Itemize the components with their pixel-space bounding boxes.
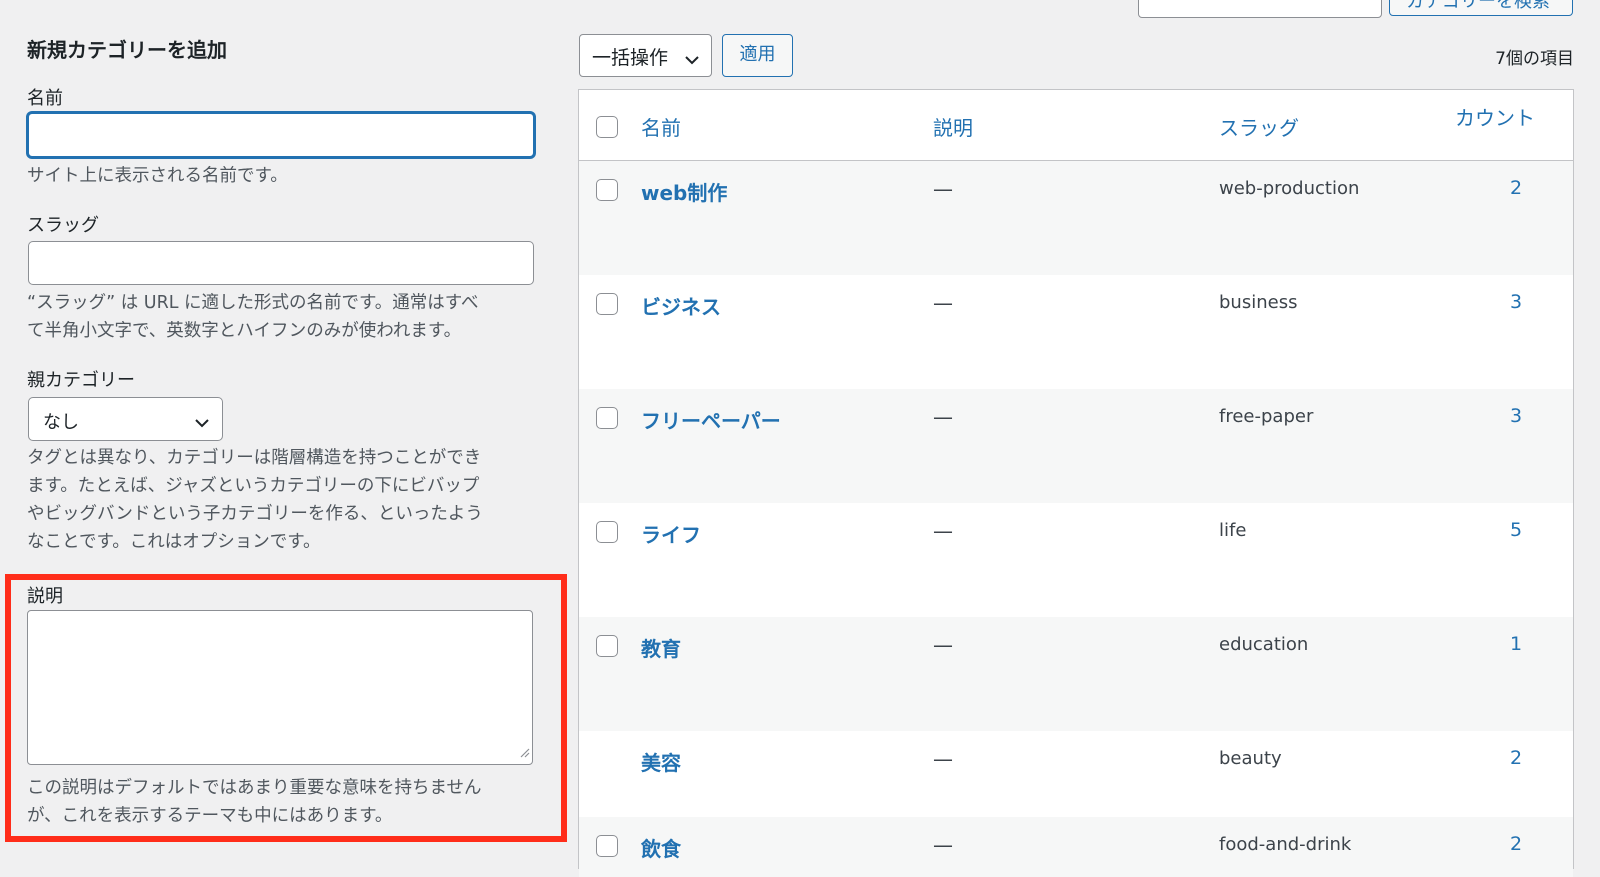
table-row: 教育 — education 1 [579, 617, 1573, 731]
description-textarea[interactable] [27, 610, 533, 765]
row-checkbox[interactable] [596, 293, 618, 315]
category-description: — [933, 405, 953, 429]
category-count-link[interactable]: 3 [1501, 405, 1531, 427]
form-title: 新規カテゴリーを追加 [27, 38, 227, 62]
category-name-link[interactable]: ライフ [641, 519, 701, 548]
slug-label: スラッグ [27, 215, 99, 236]
category-slug: food-and-drink [1219, 834, 1352, 855]
category-slug: business [1219, 292, 1298, 313]
row-checkbox[interactable] [596, 835, 618, 857]
description-help-text: この説明はデフォルトではあまり重要な意味を持ちません が、これを表示するテーマも… [27, 778, 482, 826]
category-slug: web-production [1219, 178, 1360, 199]
category-count-link[interactable]: 5 [1501, 519, 1531, 541]
slug-field[interactable] [28, 241, 534, 285]
category-name-link[interactable]: 美容 [641, 747, 681, 776]
table-header: 名前 説明 スラッグ カウント [579, 90, 1573, 161]
category-count-link[interactable]: 2 [1501, 833, 1531, 855]
category-name-link[interactable]: フリーペーパー [641, 405, 781, 434]
resize-handle-icon[interactable] [518, 743, 530, 762]
category-slug: beauty [1219, 748, 1282, 769]
bulk-action-select[interactable]: 一括操作 [579, 34, 712, 77]
bulk-action-value: 一括操作 [592, 47, 669, 69]
column-header-name[interactable]: 名前 [641, 112, 681, 141]
table-row: フリーペーパー — free-paper 3 [579, 389, 1573, 503]
table-row: ライフ — life 5 [579, 503, 1573, 617]
category-count-link[interactable]: 2 [1501, 747, 1531, 769]
parent-category-label: 親カテゴリー [27, 370, 135, 391]
search-input[interactable] [1138, 0, 1382, 18]
table-row: ビジネス — business 3 [579, 275, 1573, 389]
category-description: — [933, 747, 953, 771]
category-slug: free-paper [1219, 406, 1314, 427]
category-count-link[interactable]: 2 [1501, 177, 1531, 199]
row-checkbox[interactable] [596, 407, 618, 429]
column-header-count[interactable]: カウント [1455, 102, 1535, 131]
categories-table: 名前 説明 スラッグ カウント web制作 — web-production 2… [578, 89, 1574, 877]
category-description: — [933, 177, 953, 201]
parent-category-value: なし [43, 412, 79, 433]
category-description: — [933, 633, 953, 657]
parent-category-select[interactable]: なし [28, 397, 223, 441]
category-name-link[interactable]: 教育 [641, 633, 681, 662]
name-label: 名前 [27, 88, 63, 109]
category-count-link[interactable]: 3 [1501, 291, 1531, 313]
table-row: 飲食 — food-and-drink 2 [579, 817, 1573, 877]
column-header-description[interactable]: 説明 [933, 112, 973, 141]
column-header-slug[interactable]: スラッグ [1219, 112, 1299, 141]
category-name-link[interactable]: ビジネス [641, 291, 721, 320]
category-description: — [933, 833, 953, 857]
slug-help-text: “スラッグ” は URL に適した形式の名前です。通常はすべ て半角小文字で、英… [27, 293, 479, 341]
item-count: 7個の項目 [1495, 49, 1574, 69]
row-checkbox[interactable] [596, 179, 618, 201]
row-checkbox[interactable] [596, 635, 618, 657]
search-categories-button[interactable]: カテゴリーを検索 [1389, 0, 1573, 16]
parent-category-help-text: タグとは異なり、カテゴリーは階層構造を持つことができ ます。たとえば、ジャズとい… [27, 448, 483, 552]
table-row: web制作 — web-production 2 [579, 161, 1573, 275]
category-slug: education [1219, 634, 1309, 655]
description-label: 説明 [27, 586, 63, 607]
name-field[interactable] [27, 112, 535, 158]
name-help-text: サイト上に表示される名前です。 [27, 166, 288, 186]
category-slug: life [1219, 520, 1247, 541]
apply-button[interactable]: 適用 [722, 34, 793, 77]
category-name-link[interactable]: web制作 [641, 177, 727, 206]
select-all-checkbox[interactable] [596, 116, 618, 138]
category-description: — [933, 519, 953, 543]
category-count-link[interactable]: 1 [1501, 633, 1531, 655]
search-button-label: カテゴリーを検索 [1406, 0, 1550, 12]
chevron-down-icon [194, 412, 210, 433]
category-description: — [933, 291, 953, 315]
row-checkbox[interactable] [596, 521, 618, 543]
chevron-down-icon [684, 48, 700, 70]
